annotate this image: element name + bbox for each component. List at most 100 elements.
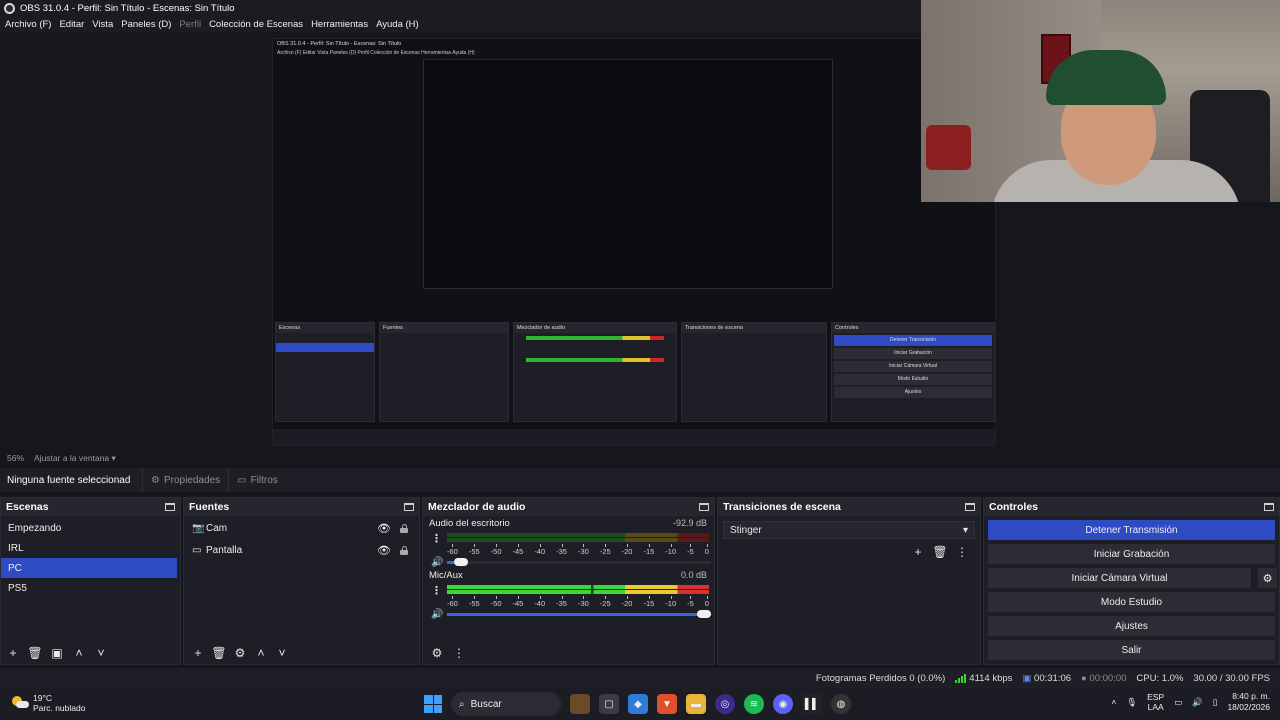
more-options-icon[interactable]: ⋮ — [451, 645, 467, 661]
microphone-icon[interactable]: 🎙 — [1126, 697, 1137, 708]
menu-coleccion-escenas[interactable]: Colección de Escenas — [209, 19, 303, 30]
source-item-cam[interactable]: 📷 Cam 👁 — [184, 517, 419, 539]
obs-app-icon[interactable]: ◎ — [715, 694, 735, 714]
menu-archivo[interactable]: Archivo (F) — [5, 19, 51, 30]
more-options-icon[interactable]: ⋮ — [431, 584, 442, 597]
zoom-fit-dropdown[interactable]: Ajustar a la ventana ▾ — [34, 453, 116, 464]
trash-icon[interactable]: 🗑 — [27, 645, 43, 661]
bitrate-indicator: 4114 kbps — [955, 673, 1012, 684]
volume-slider[interactable] — [447, 557, 711, 566]
move-up-icon[interactable]: ˄ — [253, 645, 269, 661]
speaker-icon[interactable]: 🔊 — [431, 609, 447, 620]
lock-icon[interactable] — [400, 523, 408, 533]
stream-preview[interactable]: OBS 31.0.4 - Perfil: Sin Título - Escena… — [272, 38, 996, 446]
discord-icon[interactable]: ◉ — [773, 694, 793, 714]
menu-ayuda[interactable]: Ayuda (H) — [376, 19, 419, 30]
chevron-up-icon[interactable]: ˄ — [1111, 697, 1116, 707]
undock-icon[interactable] — [965, 503, 975, 511]
gear-icon[interactable]: ⚙ — [232, 645, 248, 661]
source-name: Cam — [206, 522, 228, 534]
scene-item-empezando[interactable]: Empezando — [1, 518, 180, 538]
gear-icon[interactable]: ⚙ — [1255, 568, 1277, 588]
lock-icon[interactable] — [400, 545, 408, 555]
chevron-down-icon: ▾ — [962, 524, 968, 536]
dropped-frames: Fotogramas Perdidos 0 (0.0%) — [815, 672, 946, 684]
speaker-icon[interactable]: 🔊 — [431, 557, 447, 568]
undock-icon[interactable] — [404, 503, 414, 511]
copilot-icon[interactable]: ◆ — [628, 694, 648, 714]
obs-running-icon[interactable]: ◍ — [831, 694, 851, 714]
more-options-icon[interactable]: ⋮ — [954, 544, 970, 560]
camera-icon: 📷 — [192, 522, 205, 534]
add-icon[interactable]: + — [190, 645, 206, 661]
transitions-dock: Transiciones de escena Stinger ▾ + 🗑 ⋮ — [717, 497, 981, 665]
filters-button[interactable]: ▭ Filtros — [228, 469, 286, 491]
gear-icon: ⚙ — [151, 474, 160, 486]
slider-knob[interactable] — [697, 609, 711, 618]
network-icon[interactable]: ▭ — [1174, 697, 1182, 708]
level-meter — [447, 533, 709, 537]
scene-item-ps5[interactable]: PS5 — [1, 578, 180, 598]
undock-icon[interactable] — [165, 503, 175, 511]
gear-icon[interactable]: ⚙ — [429, 645, 445, 661]
more-options-icon[interactable]: ⋮ — [431, 532, 442, 545]
undock-icon[interactable] — [699, 503, 709, 511]
language-indicator[interactable]: ESP LAA — [1147, 692, 1164, 712]
obs-logo-icon — [4, 2, 15, 14]
transition-select[interactable]: Stinger ▾ — [723, 521, 975, 539]
eye-icon[interactable]: 👁 — [377, 544, 391, 557]
add-icon[interactable]: + — [910, 544, 926, 560]
spotify-icon[interactable]: ≋ — [744, 694, 764, 714]
volume-slider[interactable] — [447, 609, 711, 618]
track-name: Audio del escritorio — [429, 518, 510, 529]
menu-editar[interactable]: Editar — [59, 19, 84, 30]
source-toolbar: Ninguna fuente seleccionad ⚙ Propiedades … — [0, 468, 1280, 492]
move-up-icon[interactable]: ˄ — [71, 645, 87, 661]
clock[interactable]: 8:40 p. m. 18/02/2026 — [1227, 691, 1270, 713]
eye-icon[interactable]: 👁 — [377, 522, 391, 535]
sources-title: Fuentes — [189, 501, 230, 513]
windows-start-icon[interactable] — [424, 695, 442, 713]
source-item-pantalla[interactable]: ▭ Pantalla 👁 — [184, 539, 419, 561]
file-explorer-icon[interactable]: ▬ — [686, 694, 706, 714]
add-icon[interactable]: + — [5, 645, 21, 661]
fps-display: 30.00 / 30.00 FPS — [1193, 672, 1270, 684]
track-name: Mic/Aux — [429, 570, 463, 581]
battery-icon[interactable]: ▯ — [1213, 697, 1218, 708]
weather-widget[interactable]: 19°C Parc. nublado — [12, 693, 85, 713]
exit-button[interactable]: Salir — [988, 640, 1275, 660]
menu-vista[interactable]: Vista — [92, 19, 113, 30]
status-bar: Fotogramas Perdidos 0 (0.0%) 4114 kbps ▣… — [0, 668, 1280, 688]
nested-mixer-panel: Mezclador de audio — [513, 322, 677, 422]
menu-herramientas[interactable]: Herramientas — [311, 19, 368, 30]
trash-icon[interactable]: 🗑 — [211, 645, 227, 661]
move-down-icon[interactable]: ˅ — [93, 645, 109, 661]
audio-app-icon[interactable]: ▌▌ — [802, 694, 822, 714]
trash-icon[interactable]: 🗑 — [932, 544, 948, 560]
scene-item-irl[interactable]: IRL — [1, 538, 180, 558]
mixer-title: Mezclador de audio — [428, 501, 526, 513]
stop-streaming-button[interactable]: Detener Transmisión — [988, 520, 1275, 540]
move-down-icon[interactable]: ˅ — [274, 645, 290, 661]
undock-icon[interactable] — [1264, 503, 1274, 511]
studio-mode-button[interactable]: Modo Estudio — [988, 592, 1275, 612]
start-virtual-camera-button[interactable]: Iniciar Cámara Virtual ⚙ — [988, 568, 1277, 588]
widget-icon[interactable] — [570, 694, 590, 714]
menu-paneles[interactable]: Paneles (D) — [121, 19, 171, 30]
scene-item-pc[interactable]: PC — [1, 558, 177, 578]
cpu-usage: CPU: 1.0% — [1136, 672, 1184, 684]
filter-icon[interactable]: ▣ — [49, 645, 65, 661]
taskbar-search[interactable]: ⌕ Buscar — [451, 692, 561, 716]
task-view-icon[interactable]: ▢ — [599, 694, 619, 714]
transition-tools: + 🗑 ⋮ — [718, 544, 980, 560]
windows-taskbar: 19°C Parc. nublado ⌕ Buscar ▢ ◆ ▼ ▬ ◎ ≋ … — [0, 688, 1280, 720]
properties-button[interactable]: ⚙ Propiedades — [142, 469, 228, 491]
brave-browser-icon[interactable]: ▼ — [657, 694, 677, 714]
chevron-down-icon: ▾ — [111, 452, 116, 463]
start-recording-button[interactable]: Iniciar Grabación — [988, 544, 1275, 564]
search-icon: ⌕ — [459, 698, 465, 710]
scene-list: Empezando IRL PC PS5 — [1, 516, 180, 598]
settings-button[interactable]: Ajustes — [988, 616, 1275, 636]
volume-icon[interactable]: 🔊 — [1192, 697, 1203, 708]
slider-knob[interactable] — [454, 557, 469, 566]
